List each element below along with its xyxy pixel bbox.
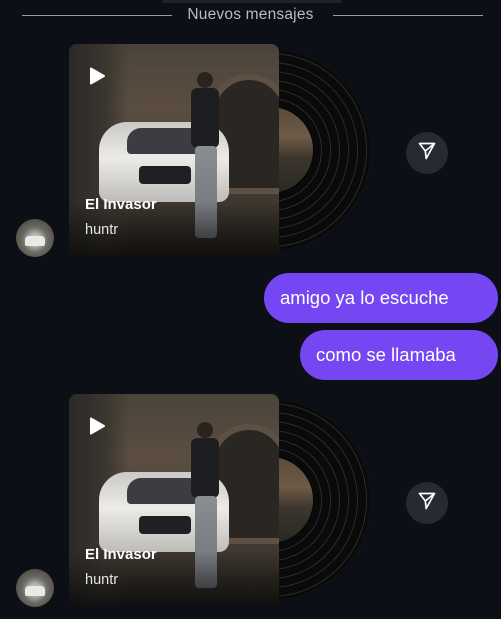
avatar[interactable] [16, 569, 54, 607]
song-card[interactable]: El Invasor huntr [69, 44, 279, 256]
send-icon [417, 141, 437, 166]
share-send-button[interactable] [406, 132, 448, 174]
artwork-figure-body [191, 438, 219, 498]
shared-song-message: El Invasor huntr [0, 394, 501, 614]
divider-line-right [333, 15, 483, 16]
song-title: El Invasor [85, 196, 157, 213]
artwork-figure-head [197, 72, 213, 88]
song-title: El Invasor [85, 546, 157, 563]
artwork-car-grill [139, 516, 191, 534]
outgoing-message-bubble[interactable]: como se llamaba [300, 330, 498, 380]
avatar[interactable] [16, 219, 54, 257]
outgoing-message-bubble[interactable]: amigo ya lo escuche [264, 273, 498, 323]
artwork-figure-body [191, 88, 219, 148]
artwork-car-grill [139, 166, 191, 184]
play-icon[interactable] [87, 416, 107, 436]
artwork-figure-head [197, 422, 213, 438]
send-icon [417, 491, 437, 516]
new-messages-divider: Nuevos mensajes [0, 0, 501, 30]
song-card[interactable]: El Invasor huntr [69, 394, 279, 606]
shared-song-message: El Invasor huntr [0, 44, 501, 264]
share-send-button[interactable] [406, 482, 448, 524]
avatar-car-image [25, 586, 45, 596]
avatar-car-image [25, 236, 45, 246]
song-artist: huntr [85, 572, 119, 588]
play-icon[interactable] [87, 66, 107, 86]
song-artist: huntr [85, 222, 119, 238]
